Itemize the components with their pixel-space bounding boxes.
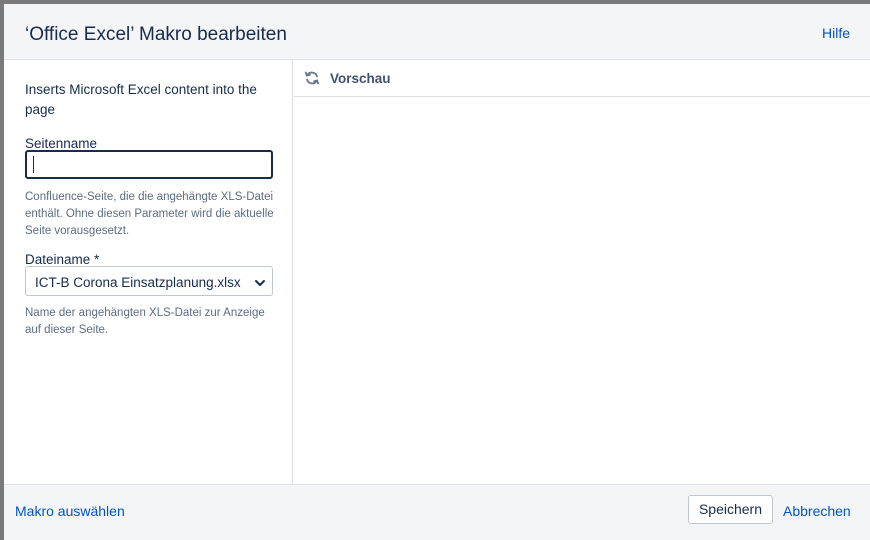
file-name-select[interactable]: ICT-B Corona Einsatzplanung.xlsx bbox=[25, 266, 273, 296]
file-name-help: Name der angehängten XLS-Datei zur Anzei… bbox=[25, 307, 265, 336]
dialog-title: ‘Office Excel’ Makro bearbeiten bbox=[25, 24, 287, 45]
page-name-label: Seitenname bbox=[25, 136, 98, 151]
text-caret bbox=[33, 156, 34, 173]
dialog-header: ‘Office Excel’ Makro bearbeiten Hilfe bbox=[4, 4, 870, 60]
page-name-help: Confluence-Seite, die die angehängte XLS… bbox=[25, 191, 274, 237]
file-name-label: Dateiname * bbox=[25, 252, 100, 267]
preview-label: Vorschau bbox=[330, 71, 391, 86]
chevron-down-icon bbox=[254, 276, 266, 294]
macro-parameters-panel: Inserts Microsoft Excel content into the… bbox=[4, 60, 293, 484]
help-link[interactable]: Hilfe bbox=[822, 25, 850, 41]
preview-toolbar: Vorschau bbox=[294, 60, 870, 97]
cancel-link[interactable]: Abbrechen bbox=[783, 503, 851, 519]
file-name-selected-value: ICT-B Corona Einsatzplanung.xlsx bbox=[35, 275, 241, 290]
save-button[interactable]: Speichern bbox=[688, 495, 773, 524]
macro-description: Inserts Microsoft Excel content into the… bbox=[25, 82, 257, 117]
edit-macro-dialog: ‘Office Excel’ Makro bearbeiten Hilfe In… bbox=[4, 4, 870, 540]
preview-panel: Vorschau bbox=[294, 60, 870, 484]
select-macro-link[interactable]: Makro auswählen bbox=[15, 503, 125, 519]
dialog-footer: Makro auswählen Speichern Abbrechen bbox=[4, 484, 870, 540]
page-name-input[interactable] bbox=[25, 150, 273, 179]
refresh-icon[interactable] bbox=[304, 70, 320, 91]
